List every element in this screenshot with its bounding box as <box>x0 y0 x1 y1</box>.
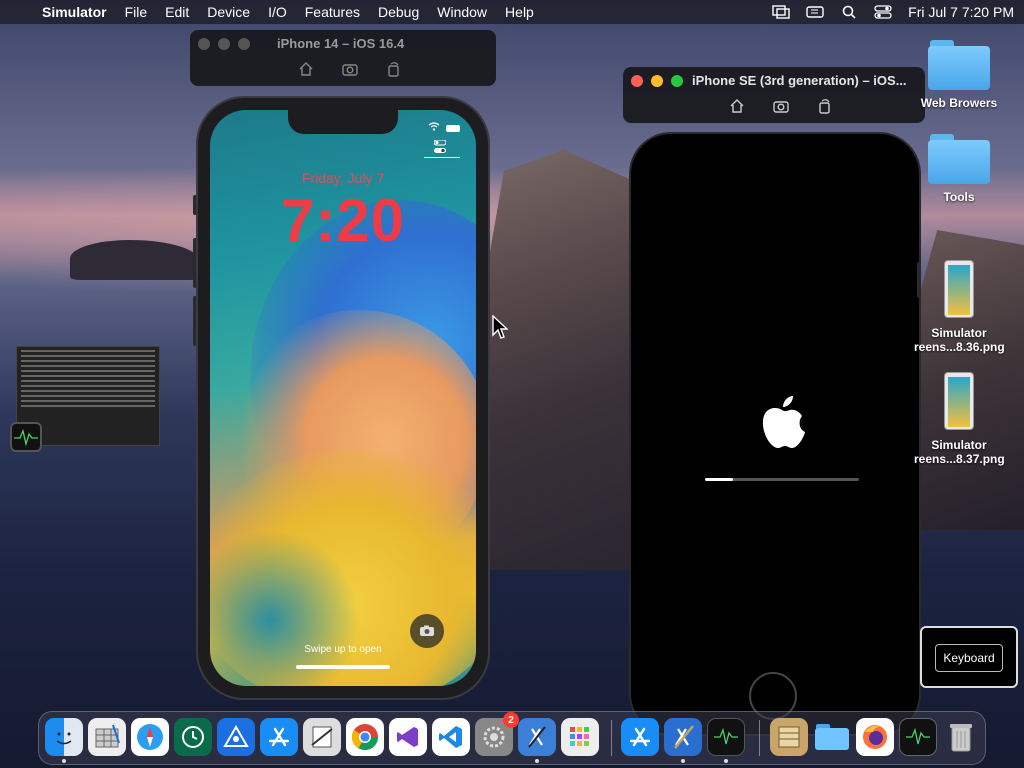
app-store-icon[interactable] <box>621 718 659 756</box>
screenshot-icon[interactable] <box>773 98 789 114</box>
folder-icon <box>928 40 990 90</box>
trash-icon[interactable] <box>942 718 980 756</box>
battery-icon <box>446 124 460 132</box>
zoom-button[interactable] <box>671 75 683 87</box>
iphonese-toolbar <box>729 98 833 114</box>
window-controls <box>631 75 683 87</box>
desktop-file-screenshot-1[interactable]: Simulator reens...8.36.png <box>914 260 1005 354</box>
desktop-folder-tools[interactable]: Tools <box>914 134 1004 204</box>
vscode-icon[interactable] <box>432 718 470 756</box>
screen-mirroring-icon[interactable] <box>772 5 790 19</box>
menu-help[interactable]: Help <box>505 4 534 20</box>
desktop-icon-label: Tools <box>943 190 975 204</box>
finder-icon[interactable] <box>45 718 83 756</box>
xcode-instruments-icon[interactable] <box>518 718 556 756</box>
visual-studio-icon[interactable] <box>389 718 427 756</box>
stage-manager-icon[interactable] <box>806 5 824 19</box>
wifi-icon <box>428 122 440 134</box>
spotlight-search-icon[interactable] <box>840 5 858 19</box>
minimize-button[interactable] <box>651 75 663 87</box>
running-indicator <box>681 759 685 763</box>
downloads-folder-icon[interactable] <box>813 718 851 756</box>
menu-app-name[interactable]: Simulator <box>42 4 107 20</box>
running-indicator <box>62 759 66 763</box>
numbers-xcode-tool-icon[interactable] <box>88 718 126 756</box>
menu-clock[interactable]: Fri Jul 7 7:20 PM <box>908 4 1014 20</box>
rotate-icon[interactable] <box>386 61 402 77</box>
menu-io[interactable]: I/O <box>268 4 287 20</box>
activity-monitor-icon[interactable] <box>10 422 42 452</box>
lock-screen-date: Friday, July 7 <box>301 170 385 186</box>
dock: 2 <box>38 711 986 765</box>
apple-logo-icon <box>758 394 806 450</box>
iphone14-toolbar <box>298 61 402 77</box>
iphonese-boot-screen[interactable] <box>639 142 911 702</box>
activity-monitor-dock-icon[interactable] <box>707 718 745 756</box>
home-indicator[interactable] <box>296 665 390 669</box>
iphone14-lock-screen[interactable]: Friday, July 7 7:20 Swipe up to open <box>210 110 476 686</box>
iphone14-window-title: iPhone 14 – iOS 16.4 <box>277 36 405 51</box>
iphonese-titlebar[interactable]: iPhone SE (3rd generation) – iOS... <box>623 67 925 123</box>
app-store-icon[interactable] <box>260 718 298 756</box>
mouse-cursor-icon <box>492 314 509 341</box>
desktop-folder-web-browers[interactable]: Web Browers <box>914 40 1004 110</box>
iphone14-device: Friday, July 7 7:20 Swipe up to open <box>198 98 488 698</box>
close-button[interactable] <box>631 75 643 87</box>
lock-camera-button[interactable] <box>410 614 444 648</box>
home-icon[interactable] <box>298 61 314 77</box>
menu-bar: Simulator File Edit Device I/O Features … <box>0 0 1024 24</box>
dock-separator <box>611 720 612 756</box>
image-thumbnail-icon <box>944 372 974 430</box>
safari-icon[interactable] <box>131 718 169 756</box>
desktop-icon-label: Simulator reens...8.36.png <box>914 326 1005 354</box>
screenshot-icon[interactable] <box>342 61 358 77</box>
keyboard-button[interactable]: Keyboard <box>935 644 1003 672</box>
time-machine-icon[interactable] <box>174 718 212 756</box>
boot-progress-bar <box>705 478 859 481</box>
status-bar <box>428 122 460 134</box>
running-indicator <box>724 759 728 763</box>
menu-window[interactable]: Window <box>437 4 487 20</box>
minimize-button[interactable] <box>218 38 230 50</box>
image-thumbnail-icon <box>944 260 974 318</box>
dynamic-notch <box>288 110 398 134</box>
launchpad-icon[interactable] <box>561 718 599 756</box>
xcode-icon[interactable] <box>664 718 702 756</box>
window-controls <box>198 38 250 50</box>
lock-screen-time: 7:20 <box>280 187 406 254</box>
system-settings-icon[interactable]: 2 <box>475 712 519 756</box>
iphonese-window-title: iPhone SE (3rd generation) – iOS... <box>692 73 907 88</box>
testflight-icon[interactable] <box>217 718 255 756</box>
menu-features[interactable]: Features <box>305 4 360 20</box>
desktop-icon-label: Simulator reens...8.37.png <box>914 438 1005 466</box>
notification-badge: 2 <box>503 712 519 728</box>
boot-progress-fill <box>705 478 733 481</box>
control-center-indicator <box>424 157 460 158</box>
preview-scanner-icon[interactable] <box>303 718 341 756</box>
iphone14-titlebar[interactable]: iPhone 14 – iOS 16.4 <box>190 30 496 86</box>
activity-monitor-minimized-icon[interactable] <box>899 718 937 756</box>
zoom-button[interactable] <box>238 38 250 50</box>
wallpaper-island <box>70 240 200 280</box>
keyboard-popup: Keyboard <box>920 626 1018 688</box>
desktop-icon-label: Web Browers <box>920 96 998 110</box>
home-icon[interactable] <box>729 98 745 114</box>
desktop-file-screenshot-2[interactable]: Simulator reens...8.37.png <box>914 372 1005 466</box>
menu-debug[interactable]: Debug <box>378 4 419 20</box>
close-button[interactable] <box>198 38 210 50</box>
running-indicator <box>535 759 539 763</box>
control-center-toggle-icon[interactable] <box>433 139 447 154</box>
firefox-icon[interactable] <box>856 718 894 756</box>
menu-device[interactable]: Device <box>207 4 250 20</box>
control-center-icon[interactable] <box>874 5 892 19</box>
folder-icon <box>928 134 990 184</box>
iphonese-device <box>631 134 919 734</box>
dock-separator <box>759 720 760 756</box>
menu-file[interactable]: File <box>125 4 148 20</box>
archive-utility-icon[interactable] <box>770 718 808 756</box>
rotate-icon[interactable] <box>817 98 833 114</box>
chrome-icon[interactable] <box>346 718 384 756</box>
menu-edit[interactable]: Edit <box>165 4 189 20</box>
swipe-hint: Swipe up to open <box>304 644 382 655</box>
